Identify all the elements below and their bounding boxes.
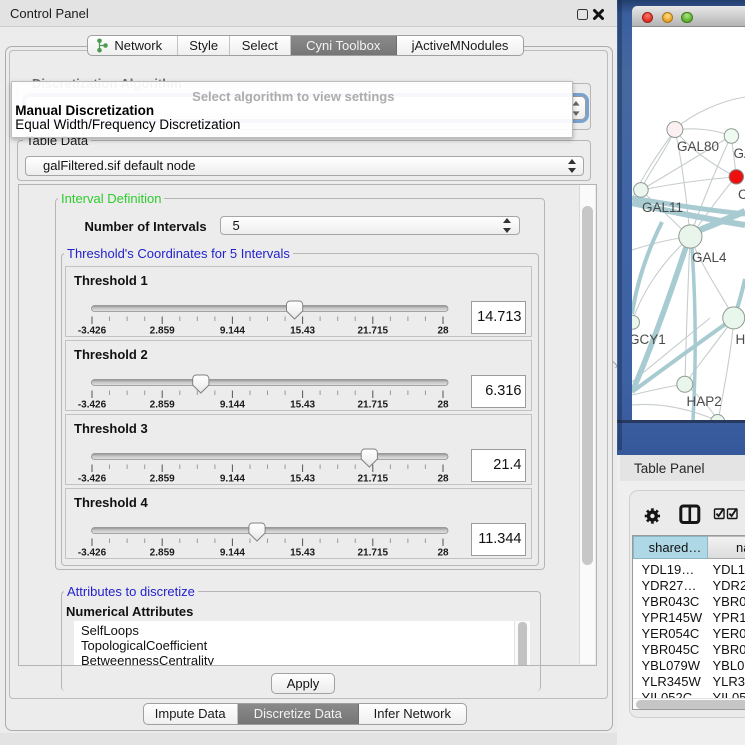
svg-text:2.859: 2.859	[150, 474, 175, 485]
svg-text:28: 28	[437, 474, 449, 485]
svg-text:21.715: 21.715	[358, 400, 389, 411]
svg-text:2.859: 2.859	[150, 326, 175, 337]
svg-text:9.144: 9.144	[220, 326, 245, 337]
svg-text:CYC8: CYC8	[738, 187, 745, 202]
svg-text:GCY1: GCY1	[632, 332, 666, 347]
svg-text:GAL3: GAL3	[734, 146, 745, 161]
svg-text:-3.426: -3.426	[78, 400, 107, 411]
svg-text:-3.426: -3.426	[78, 548, 107, 559]
svg-text:9.144: 9.144	[220, 400, 245, 411]
svg-text:21.715: 21.715	[358, 326, 389, 337]
svg-text:2.859: 2.859	[150, 548, 175, 559]
svg-text:GAL11: GAL11	[642, 200, 683, 215]
svg-text:28: 28	[437, 400, 449, 411]
svg-text:15.43: 15.43	[290, 548, 315, 559]
svg-text:28: 28	[437, 548, 449, 559]
svg-text:15.43: 15.43	[290, 474, 315, 485]
svg-text:-3.426: -3.426	[78, 474, 107, 485]
svg-text:21.715: 21.715	[358, 474, 389, 485]
svg-text:15.43: 15.43	[290, 400, 315, 411]
svg-text:GAL80: GAL80	[677, 139, 719, 154]
svg-text:9.144: 9.144	[220, 474, 245, 485]
svg-text:9.144: 9.144	[220, 548, 245, 559]
svg-text:15.43: 15.43	[290, 326, 315, 337]
svg-text:GAL4: GAL4	[692, 250, 727, 265]
svg-text:HIS7: HIS7	[736, 332, 745, 347]
svg-text:2.859: 2.859	[150, 400, 175, 411]
svg-text:28: 28	[437, 326, 449, 337]
svg-text:-3.426: -3.426	[78, 326, 107, 337]
svg-text:21.715: 21.715	[358, 548, 389, 559]
svg-text:HAP2: HAP2	[687, 394, 722, 409]
